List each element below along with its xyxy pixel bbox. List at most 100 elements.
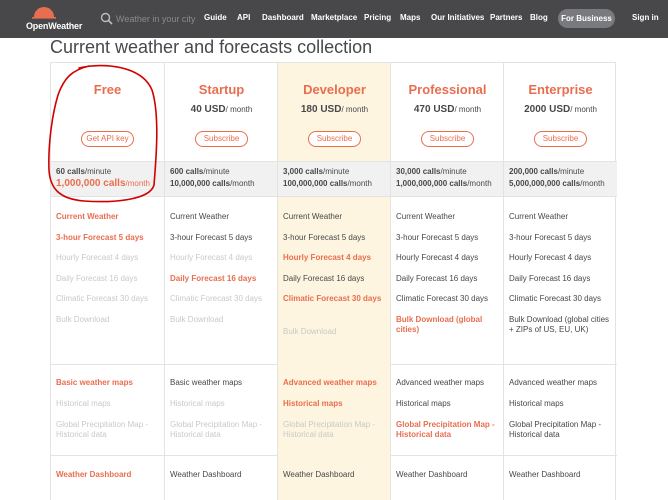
nav-link-marketplace[interactable]: Marketplace	[311, 13, 357, 22]
feature-climatic-forecast: Climatic Forecast 30 days	[170, 294, 263, 303]
feature-bulk-download: Bulk Download (global cities)	[396, 315, 483, 334]
plan-price: 40 USD/ month	[190, 104, 253, 115]
feature-3hour-forecast: 3-hour Forecast 5 days	[396, 233, 479, 242]
openweather-logo[interactable]: OpenWeather	[26, 3, 90, 35]
subscribe-button[interactable]: Subscribe	[421, 131, 474, 147]
feature-precipitation-map: Global Precipitation Map - Historical da…	[170, 420, 263, 439]
calls-band: 200,000 calls/minute 5,000,000,000 calls…	[504, 161, 617, 197]
feature-climatic-forecast: Climatic Forecast 30 days	[396, 294, 489, 303]
plan-column-free: Free Get API key 60 calls/minute 1,000,0…	[51, 63, 164, 500]
calls-per-month: 10,000,000 calls/month	[170, 179, 255, 188]
feature-daily-forecast: Daily Forecast 16 days	[170, 274, 257, 283]
feature-3hour-forecast: 3-hour Forecast 5 days	[509, 233, 592, 242]
calls-per-minute: 3,000 calls/minute	[283, 167, 350, 176]
calls-band: 600 calls/minute 10,000,000 calls/month	[165, 161, 278, 197]
feature-current-weather: Current Weather	[396, 212, 455, 221]
nav-link-pricing[interactable]: Pricing	[364, 13, 391, 22]
feature-historical-maps: Historical maps	[509, 399, 564, 408]
subscribe-button[interactable]: Subscribe	[534, 131, 587, 147]
calls-per-minute: 30,000 calls/minute	[396, 167, 467, 176]
feature-climatic-forecast: Climatic Forecast 30 days	[283, 294, 382, 303]
plan-column-enterprise: Enterprise 2000 USD/ month Subscribe 200…	[503, 63, 617, 500]
calls-per-minute: 200,000 calls/minute	[509, 167, 585, 176]
feature-hourly-forecast: Hourly Forecast 4 days	[170, 253, 253, 262]
calls-band: 3,000 calls/minute 100,000,000 calls/mon…	[278, 161, 391, 197]
feature-weather-maps: Basic weather maps	[170, 378, 243, 387]
sun-logo-icon	[32, 7, 56, 19]
feature-historical-maps: Historical maps	[170, 399, 225, 408]
feature-precipitation-map: Global Precipitation Map - Historical da…	[56, 420, 149, 439]
search-icon[interactable]	[100, 12, 113, 25]
nav-link-guide[interactable]: Guide	[204, 13, 227, 22]
subscribe-button[interactable]: Subscribe	[195, 131, 248, 147]
plan-name: Developer	[303, 82, 366, 97]
feature-weather-dashboard: Weather Dashboard	[170, 470, 242, 479]
feature-climatic-forecast: Climatic Forecast 30 days	[509, 294, 602, 303]
feature-daily-forecast: Daily Forecast 16 days	[56, 274, 138, 283]
feature-weather-maps: Advanced weather maps	[396, 378, 485, 387]
nav-link-dashboard[interactable]: Dashboard	[262, 13, 304, 22]
calls-band: 30,000 calls/minute 1,000,000,000 calls/…	[391, 161, 504, 197]
plan-name: Enterprise	[528, 82, 593, 97]
plan-price: 2000 USD/ month	[524, 104, 597, 115]
feature-precipitation-map: Global Precipitation Map - Historical da…	[509, 420, 602, 439]
nav-link-api[interactable]: API	[237, 13, 250, 22]
calls-per-minute: 600 calls/minute	[170, 167, 230, 176]
feature-weather-dashboard: Weather Dashboard	[509, 470, 581, 479]
feature-3hour-forecast: 3-hour Forecast 5 days	[170, 233, 253, 242]
calls-per-minute: 60 calls/minute	[56, 167, 112, 176]
feature-current-weather: Current Weather	[509, 212, 568, 221]
feature-climatic-forecast: Climatic Forecast 30 days	[56, 294, 149, 303]
feature-weather-maps: Basic weather maps	[56, 378, 133, 387]
feature-historical-maps: Historical maps	[56, 399, 111, 408]
get-api-key-button[interactable]: Get API key	[81, 131, 134, 147]
nav-link-maps[interactable]: Maps	[400, 13, 420, 22]
feature-hourly-forecast: Hourly Forecast 4 days	[396, 253, 479, 262]
feature-current-weather: Current Weather	[56, 212, 119, 221]
plan-column-startup: Startup 40 USD/ month Subscribe 600 call…	[164, 63, 278, 500]
calls-per-month: 100,000,000 calls/month	[283, 179, 372, 188]
feature-weather-dashboard: Weather Dashboard	[396, 470, 468, 479]
subscribe-button[interactable]: Subscribe	[308, 131, 361, 147]
feature-bulk-download: Bulk Download	[283, 327, 337, 336]
top-navbar: OpenWeather Guide API Dashboard Marketpl…	[0, 0, 668, 38]
calls-per-month: 1,000,000 calls/month	[56, 178, 150, 189]
for-business-button[interactable]: For Business	[558, 9, 615, 28]
plan-price: 470 USD/ month	[413, 104, 482, 115]
nav-link-partners[interactable]: Partners	[490, 13, 522, 22]
feature-bulk-download: Bulk Download	[170, 315, 224, 324]
feature-bulk-download: Bulk Download	[56, 315, 110, 324]
feature-current-weather: Current Weather	[170, 212, 229, 221]
feature-weather-maps: Advanced weather maps	[283, 378, 377, 387]
search-input[interactable]	[116, 10, 196, 27]
feature-weather-dashboard: Weather Dashboard	[56, 470, 132, 479]
feature-bulk-download: Bulk Download (global cities + ZIPs of U…	[509, 315, 610, 334]
feature-weather-maps: Advanced weather maps	[509, 378, 598, 387]
feature-precipitation-map: Global Precipitation Map - Historical da…	[283, 420, 376, 439]
feature-hourly-forecast: Hourly Forecast 4 days	[56, 253, 139, 262]
plan-column-professional: Professional 470 USD/ month Subscribe 30…	[390, 63, 504, 500]
plan-price: 180 USD/ month	[300, 104, 369, 115]
plan-name: Professional	[408, 82, 487, 97]
feature-precipitation-map: Global Precipitation Map - Historical da…	[396, 420, 495, 439]
feature-historical-maps: Historical maps	[396, 399, 451, 408]
feature-hourly-forecast: Hourly Forecast 4 days	[509, 253, 592, 262]
calls-per-month: 5,000,000,000 calls/month	[509, 179, 605, 188]
calls-band: 60 calls/minute 1,000,000 calls/month	[51, 161, 164, 197]
logo-text: OpenWeather	[26, 21, 83, 31]
nav-link-our-initiatives[interactable]: Our Initiatives	[431, 13, 484, 22]
page-title: Current weather and forecasts collection	[50, 37, 373, 57]
nav-link-blog[interactable]: Blog	[530, 13, 548, 22]
feature-3hour-forecast: 3-hour Forecast 5 days	[283, 233, 366, 242]
plan-name: Startup	[198, 82, 245, 97]
feature-daily-forecast: Daily Forecast 16 days	[283, 274, 365, 283]
feature-historical-maps: Historical maps	[283, 399, 343, 408]
feature-weather-dashboard: Weather Dashboard	[283, 470, 355, 479]
plan-name: Free	[93, 82, 122, 97]
feature-daily-forecast: Daily Forecast 16 days	[396, 274, 478, 283]
feature-3hour-forecast: 3-hour Forecast 5 days	[56, 233, 144, 242]
feature-daily-forecast: Daily Forecast 16 days	[509, 274, 591, 283]
sign-in-link[interactable]: Sign in	[632, 13, 659, 22]
feature-current-weather: Current Weather	[283, 212, 342, 221]
feature-hourly-forecast: Hourly Forecast 4 days	[283, 253, 372, 262]
